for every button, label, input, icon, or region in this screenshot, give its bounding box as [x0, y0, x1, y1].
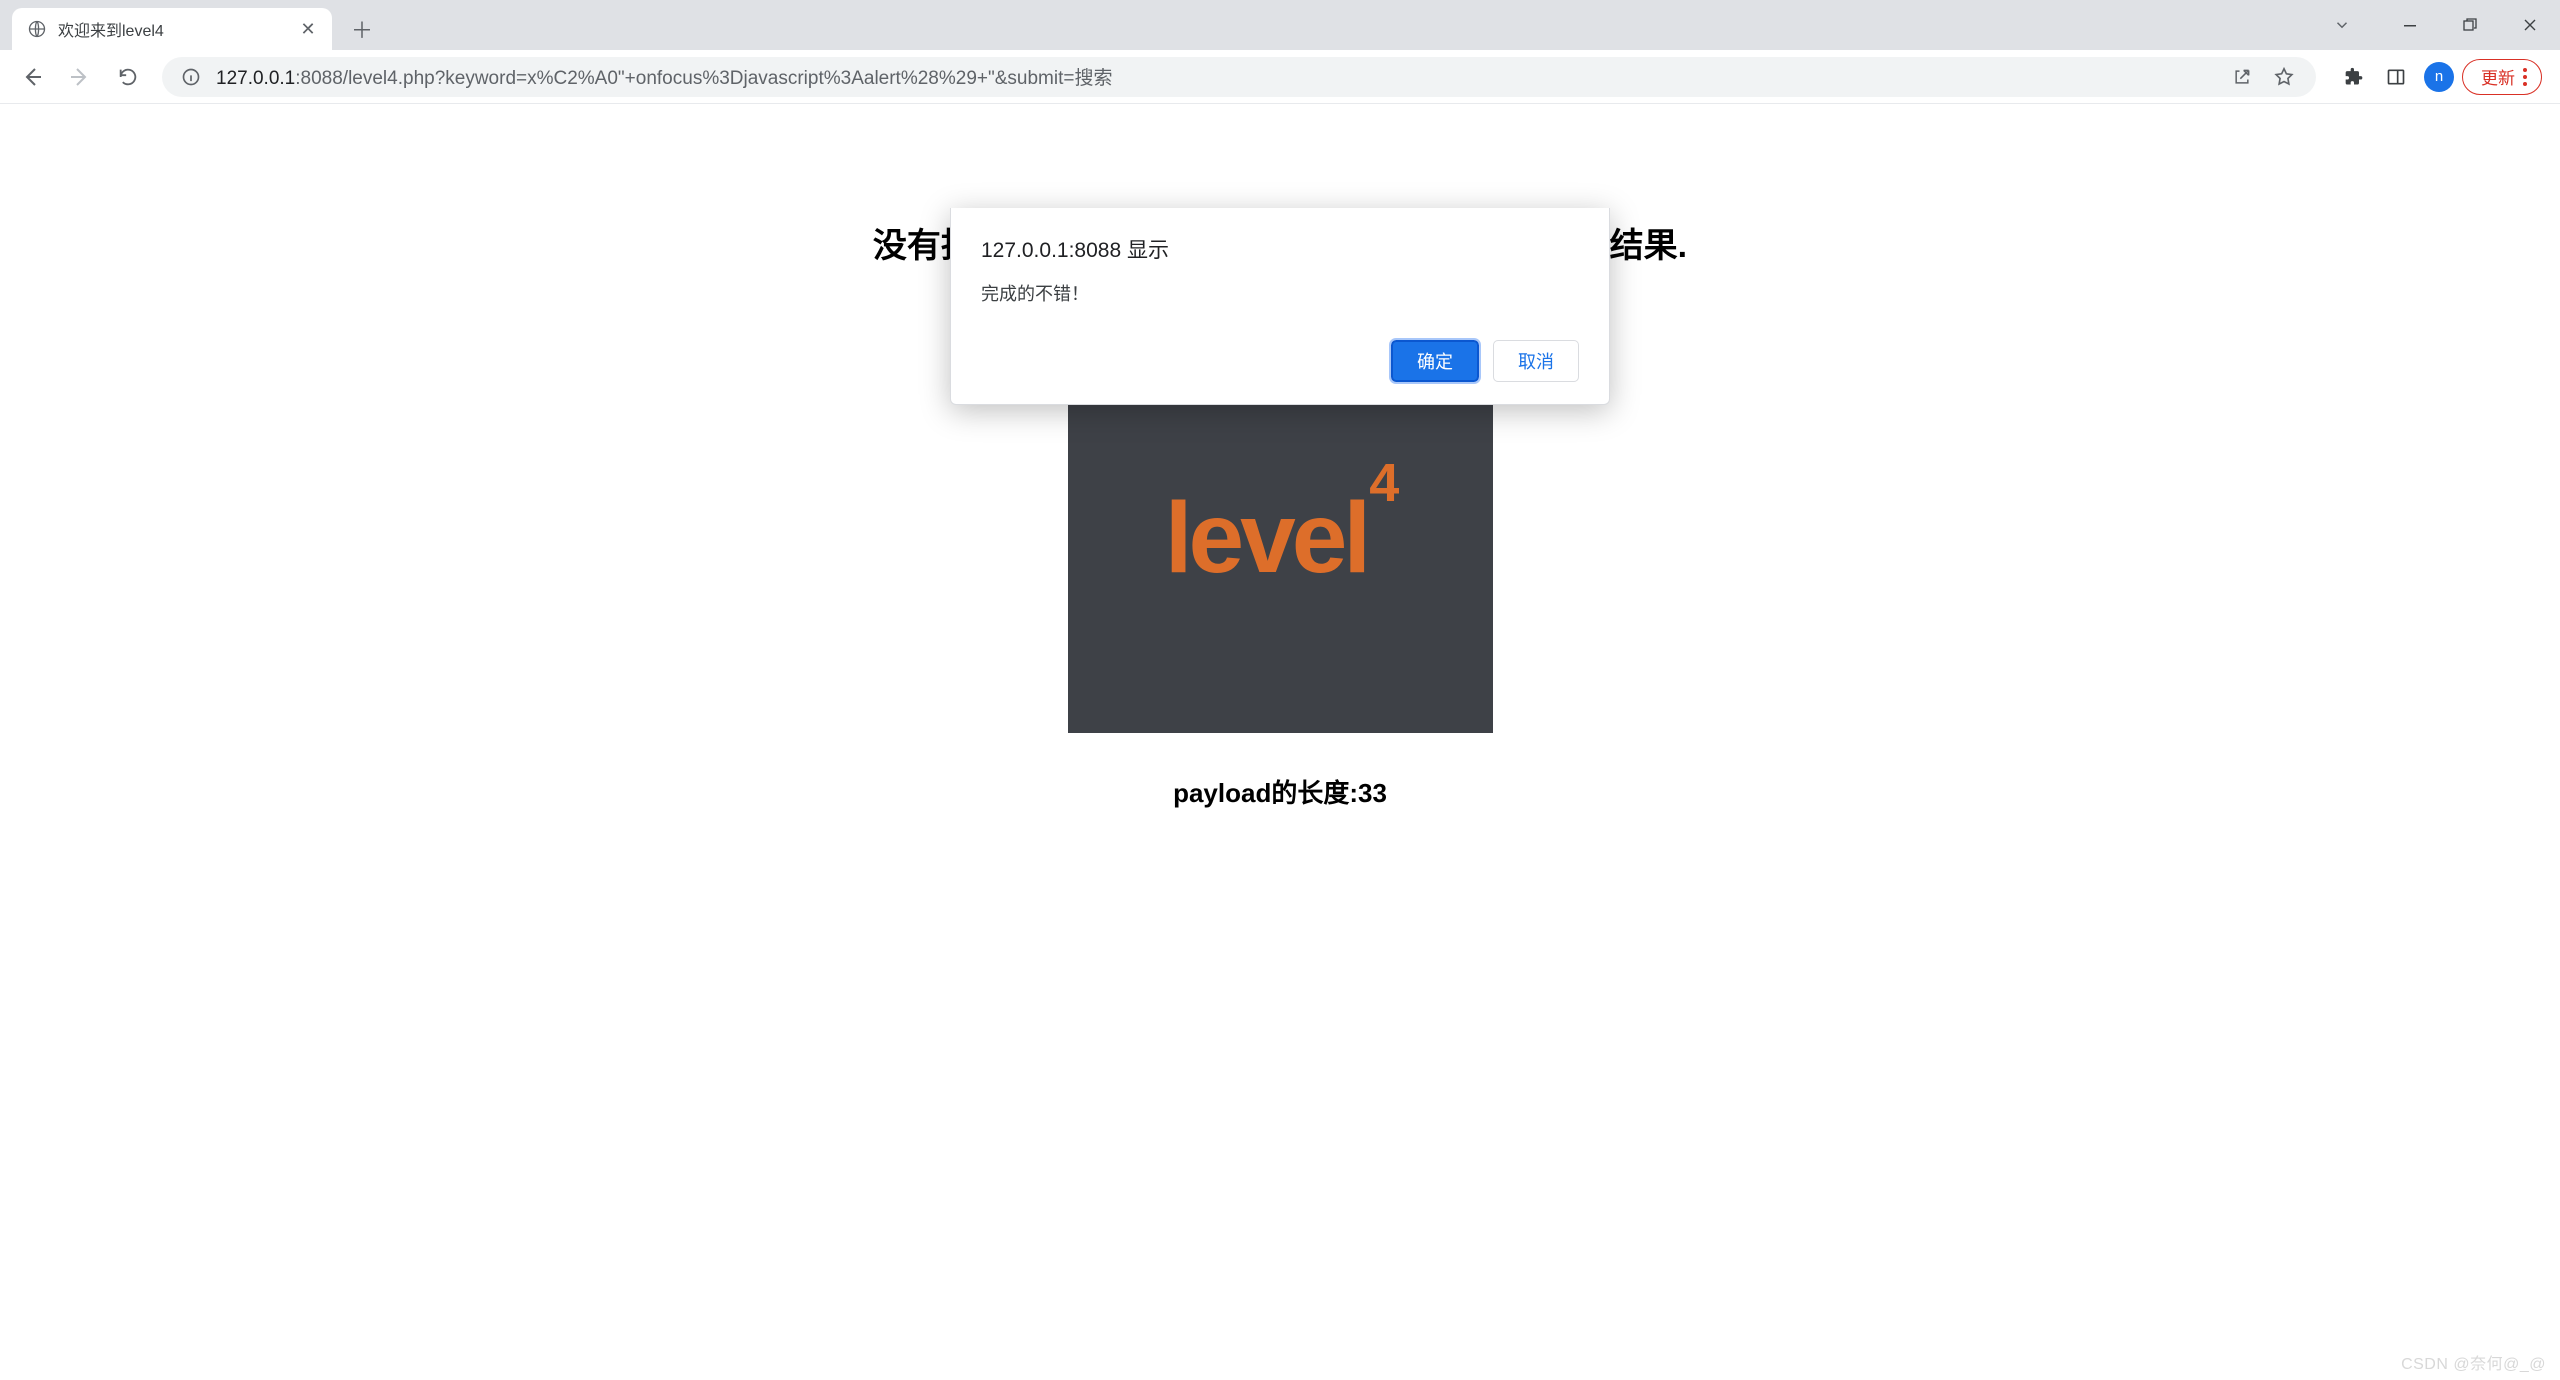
page-content: 没有找到​ 的结果. 搜索 level4 payload的长度:33 127.0…	[0, 104, 2560, 1380]
forward-button[interactable]	[58, 55, 102, 99]
close-tab-icon[interactable]: ✕	[298, 19, 318, 39]
bookmark-star-icon[interactable]	[2270, 55, 2298, 99]
address-bar[interactable]: 127.0.0.1:8088/level4.php?keyword=x%C2%A…	[162, 57, 2316, 97]
profile-avatar[interactable]: n	[2424, 62, 2454, 92]
nav-bar: 127.0.0.1:8088/level4.php?keyword=x%C2%A…	[0, 50, 2560, 104]
close-window-button[interactable]	[2500, 0, 2560, 50]
alert-ok-button[interactable]: 确定	[1391, 340, 1479, 382]
payload-length: payload的长度:33	[0, 773, 2560, 810]
minimize-button[interactable]	[2380, 0, 2440, 50]
window-controls	[2312, 0, 2560, 50]
back-button[interactable]	[10, 55, 54, 99]
tabs-dropdown-icon[interactable]	[2312, 0, 2372, 50]
url-text: 127.0.0.1:8088/level4.php?keyword=x%C2%A…	[216, 63, 2214, 90]
alert-title: 127.0.0.1:8088 显示	[981, 234, 1579, 264]
url-port: :8088	[295, 68, 343, 89]
new-tab-button[interactable]: ＋	[344, 11, 380, 47]
site-info-icon[interactable]	[180, 66, 202, 88]
reload-button[interactable]	[106, 55, 150, 99]
url-path: /level4.php?keyword=x%C2%A0"+onfocus%3Dj…	[343, 68, 1113, 89]
level-logo-text: level4	[1165, 481, 1395, 596]
extensions-icon[interactable]	[2334, 55, 2374, 99]
watermark: CSDN @奈何@_@	[2401, 1350, 2546, 1374]
level-word: level	[1165, 482, 1367, 594]
menu-dots-icon	[2523, 68, 2527, 86]
profile-initial: n	[2435, 68, 2443, 85]
toolbar-right: n 更新	[2334, 55, 2550, 99]
browser-window: 欢迎来到level4 ✕ ＋	[0, 0, 2560, 1380]
level-number: 4	[1369, 453, 1395, 513]
update-button[interactable]: 更新	[2462, 59, 2542, 95]
alert-cancel-button[interactable]: 取消	[1493, 340, 1579, 382]
side-panel-icon[interactable]	[2376, 55, 2416, 99]
tab-bar: 欢迎来到level4 ✕ ＋	[0, 0, 2560, 50]
tab-title: 欢迎来到level4	[58, 17, 288, 41]
alert-message: 完成的不错！	[981, 280, 1579, 306]
url-host: 127.0.0.1	[216, 68, 295, 89]
alert-buttons: 确定 取消	[981, 340, 1579, 382]
update-label: 更新	[2481, 64, 2515, 89]
js-alert-dialog: 127.0.0.1:8088 显示 完成的不错！ 确定 取消	[950, 208, 1610, 405]
globe-icon	[26, 18, 48, 40]
browser-tab[interactable]: 欢迎来到level4 ✕	[12, 8, 332, 50]
maximize-button[interactable]	[2440, 0, 2500, 50]
share-icon[interactable]	[2228, 55, 2256, 99]
